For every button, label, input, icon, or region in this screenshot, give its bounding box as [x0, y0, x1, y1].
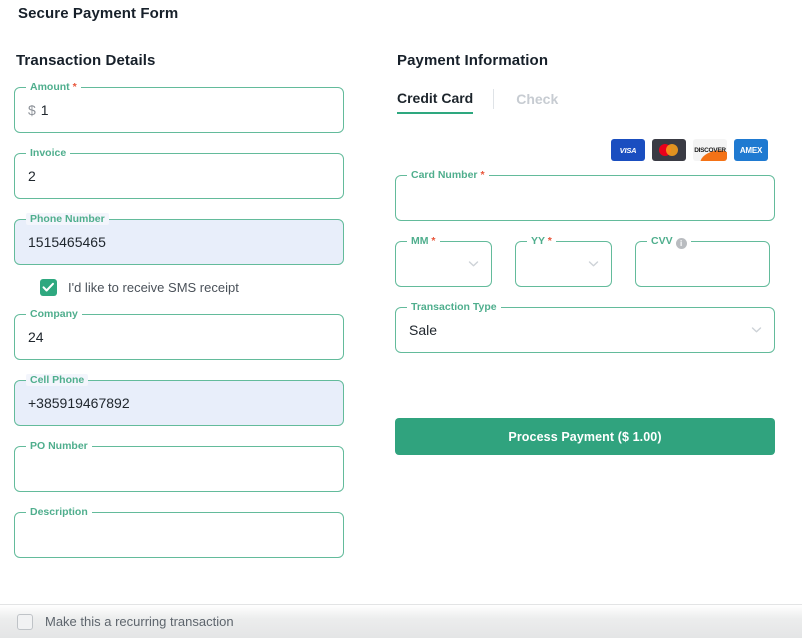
payment-information-heading: Payment Information — [397, 52, 549, 69]
invoice-value: 2 — [28, 168, 36, 184]
mastercard-logo — [652, 139, 686, 161]
chevron-down-icon — [468, 259, 479, 270]
cvv-field[interactable]: CVV i — [635, 235, 770, 287]
tab-credit-card[interactable]: Credit Card — [397, 90, 474, 114]
recurring-transaction-label: Make this a recurring transaction — [45, 614, 234, 629]
chevron-down-icon — [588, 259, 599, 270]
mastercard-orange-circle — [666, 144, 678, 156]
phone-number-field[interactable]: Phone Number 1515465465 — [14, 213, 344, 265]
sms-receipt-label: I'd like to receive SMS receipt — [68, 280, 239, 295]
transaction-details-heading: Transaction Details — [16, 52, 156, 69]
expiry-month-select[interactable]: MM * — [395, 235, 492, 287]
check-icon — [42, 282, 54, 292]
amex-logo: AMEX — [734, 139, 768, 161]
chevron-down-icon — [751, 325, 762, 336]
description-field[interactable]: Description — [14, 506, 344, 558]
sms-receipt-checkbox-row[interactable]: I'd like to receive SMS receipt — [40, 279, 344, 296]
payment-form-page: Secure Payment Form Transaction Details … — [0, 0, 802, 638]
po-number-label: PO Number — [26, 440, 92, 452]
amount-field[interactable]: Amount * $1 — [14, 81, 344, 133]
process-payment-button[interactable]: Process Payment ($ 1.00) — [395, 418, 775, 455]
recurring-transaction-checkbox[interactable] — [17, 613, 33, 630]
payment-information-column: Payment Information Credit Card Check VI… — [395, 52, 775, 455]
expiry-month-label: MM * — [407, 235, 440, 247]
cell-phone-field[interactable]: Cell Phone +385919467892 — [14, 374, 344, 426]
page-title: Secure Payment Form — [18, 5, 179, 22]
transaction-type-value: Sale — [409, 322, 438, 338]
recurring-transaction-bar: Make this a recurring transaction — [0, 604, 802, 638]
info-icon[interactable]: i — [675, 238, 687, 249]
company-field[interactable]: Company 24 — [14, 308, 344, 360]
payment-method-tabs: Credit Card Check — [397, 87, 775, 117]
cvv-label: CVV i — [647, 235, 691, 249]
tab-check[interactable]: Check — [494, 91, 558, 113]
cell-phone-value: +385919467892 — [28, 395, 130, 411]
visa-logo: VISA — [611, 139, 645, 161]
card-number-label: Card Number * — [407, 169, 489, 181]
transaction-type-select[interactable]: Transaction Type Sale — [395, 301, 775, 353]
accepted-card-brands: VISA DISCOVER AMEX — [395, 139, 775, 161]
amount-value: $1 — [28, 102, 49, 118]
card-number-field[interactable]: Card Number * — [395, 169, 775, 221]
sms-receipt-checkbox[interactable] — [40, 279, 57, 296]
expiry-year-label: YY * — [527, 235, 556, 247]
company-value: 24 — [28, 329, 44, 345]
expiry-cvv-row: MM * YY * CVV i — [395, 235, 775, 307]
discover-logo: DISCOVER — [693, 139, 727, 161]
transaction-details-column: Transaction Details Amount * $1 Invoice … — [14, 52, 344, 578]
po-number-field[interactable]: PO Number — [14, 440, 344, 492]
phone-number-value: 1515465465 — [28, 234, 106, 250]
description-label: Description — [26, 506, 92, 518]
invoice-field[interactable]: Invoice 2 — [14, 147, 344, 199]
expiry-year-select[interactable]: YY * — [515, 235, 612, 287]
